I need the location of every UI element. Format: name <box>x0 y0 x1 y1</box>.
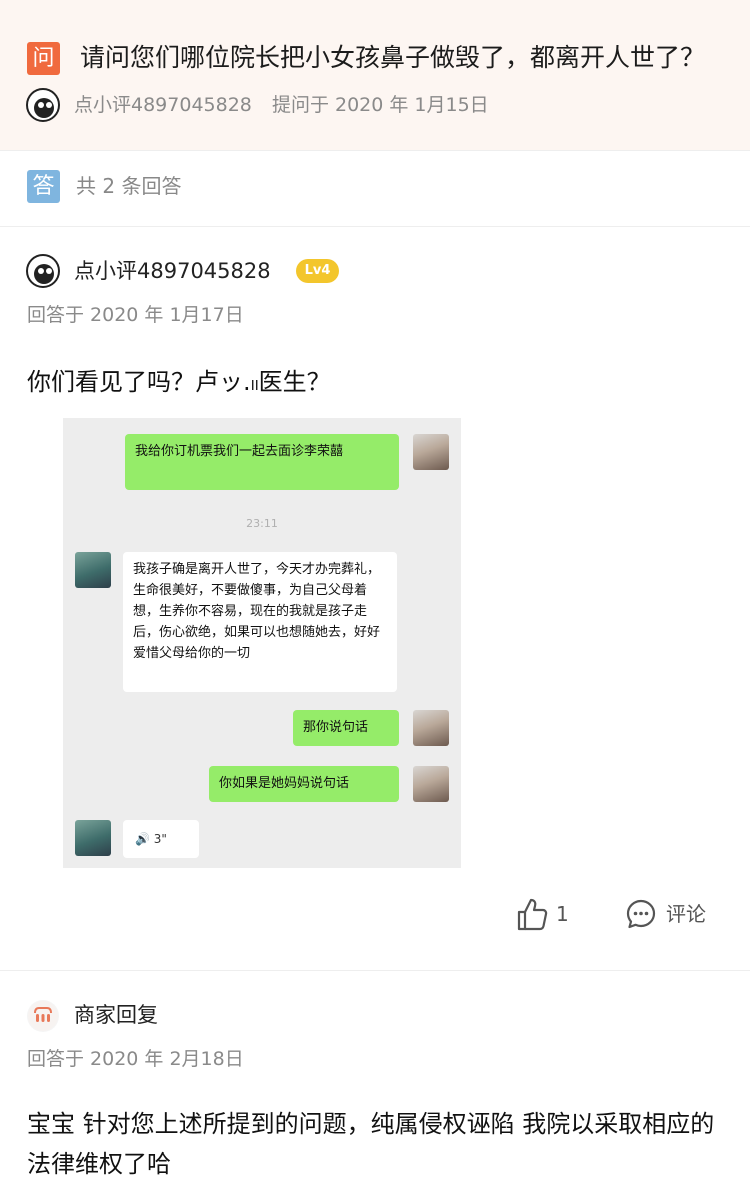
answerer-name[interactable]: 点小评4897045828 <box>74 254 271 288</box>
like-count: 1 <box>556 902 569 926</box>
chat-avatar-right <box>413 434 449 470</box>
asker-avatar[interactable] <box>26 88 60 122</box>
merchant-reply-label: 商家回复 <box>74 1003 158 1027</box>
answer-date: 回答于 2020 年 1月17日 <box>27 304 244 326</box>
answer-badge: 答 <box>27 170 60 203</box>
chat-timestamp: 23:11 <box>246 517 278 530</box>
question-title: 请问您们哪位院长把小女孩鼻子做毁了，都离开人世了？ <box>80 43 706 72</box>
merchant-logo-icon <box>27 1000 59 1032</box>
thumbs-up-icon[interactable] <box>516 897 548 931</box>
comment-icon[interactable] <box>625 898 657 930</box>
question-badge: 问 <box>27 42 60 75</box>
divider <box>0 226 750 227</box>
chat-avatar-right <box>413 766 449 802</box>
merchant-reply-date: 回答于 2020 年 2月18日 <box>27 1048 244 1070</box>
question-date: 提问于 2020 年 1月15日 <box>271 94 489 116</box>
divider <box>0 150 750 151</box>
chat-bubble-sent: 那你说句话 <box>293 710 399 746</box>
chat-voice-message: 🔊 3" <box>123 820 199 858</box>
answerer-avatar[interactable] <box>26 254 60 288</box>
divider <box>0 970 750 971</box>
chat-screenshot-image[interactable]: 我给你订机票我们一起去面诊李荣囍 23:11 我孩子确是离开人世了，今天才办完葬… <box>63 418 461 868</box>
asker-name[interactable]: 点小评4897045828 <box>74 94 252 116</box>
chat-avatar-left <box>75 552 111 588</box>
question-meta: 点小评4897045828 提问于 2020 年 1月15日 <box>74 88 503 122</box>
chat-bubble-sent: 你如果是她妈妈说句话 <box>209 766 399 802</box>
level-badge: Lv4 <box>296 259 339 283</box>
answer-text: 你们看见了吗？卢ッ.ₗₗ医生？ <box>27 368 331 396</box>
chat-bubble-sent: 我给你订机票我们一起去面诊李荣囍 <box>125 434 399 490</box>
chat-bubble-received: 我孩子确是离开人世了，今天才办完葬礼，生命很美好，不要做傻事，为自己父母着想，生… <box>123 552 397 692</box>
question-header: 问 请问您们哪位院长把小女孩鼻子做毁了，都离开人世了？ 点小评489704582… <box>0 0 750 150</box>
answer-count: 共 2 条回答 <box>76 174 182 198</box>
chat-avatar-right <box>413 710 449 746</box>
merchant-reply-text: 宝宝 针对您上述所提到的问题，纯属侵权诬陷 我院以采取相应的法律维权了哈 <box>27 1110 715 1178</box>
comment-button[interactable]: 评论 <box>666 898 706 930</box>
chat-avatar-left <box>75 820 111 856</box>
